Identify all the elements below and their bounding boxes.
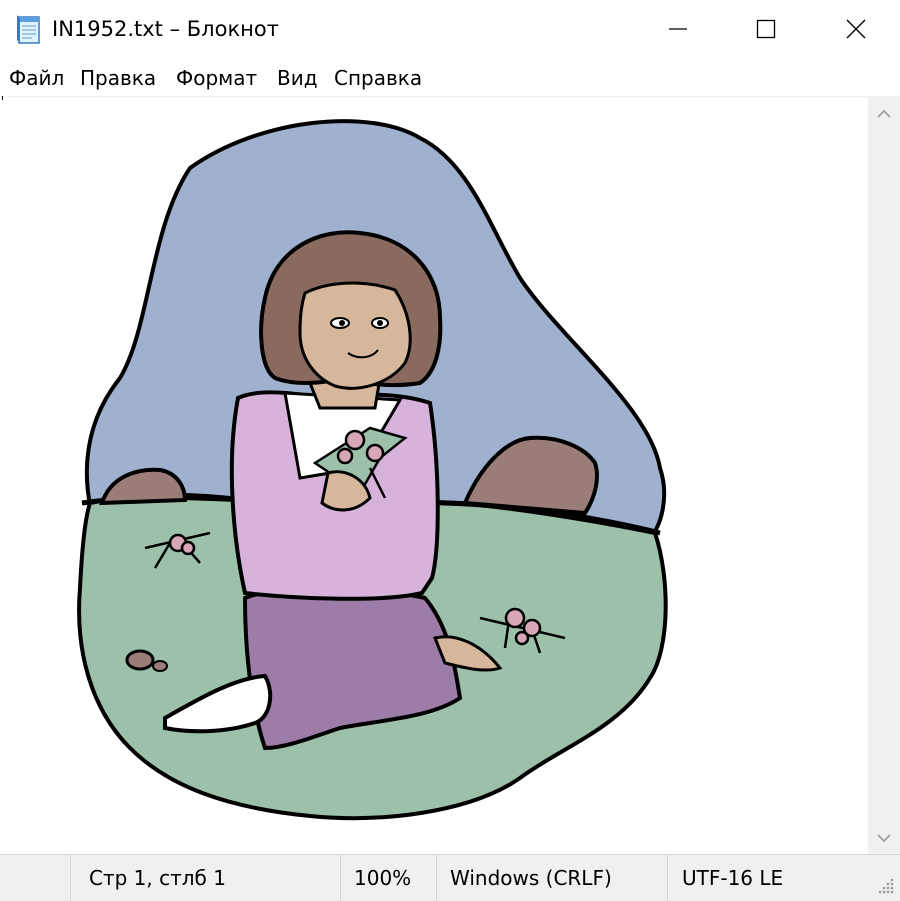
status-bar: Стр 1, стлб 1 100% Windows (CRLF) UTF-16… <box>0 854 900 901</box>
minimize-button[interactable] <box>632 0 724 58</box>
status-encoding: UTF-16 LE <box>682 866 784 890</box>
girl-with-flowers-clipart <box>60 108 680 828</box>
menu-view[interactable]: Вид <box>277 65 318 91</box>
scroll-up-button[interactable] <box>868 98 900 128</box>
maximize-icon <box>756 19 776 39</box>
close-button[interactable] <box>810 0 900 58</box>
menu-edit[interactable]: Правка <box>80 65 156 91</box>
status-separator <box>340 855 341 901</box>
minimize-icon <box>669 28 687 30</box>
resize-grip-icon[interactable] <box>876 876 896 896</box>
status-zoom: 100% <box>354 866 412 890</box>
title-bar[interactable]: IN1952.txt – Блокнот <box>0 0 900 58</box>
menu-bar: Файл Правка Формат Вид Справка <box>0 58 900 96</box>
maximize-button[interactable] <box>720 0 812 58</box>
close-icon <box>846 19 866 39</box>
vertical-scrollbar[interactable] <box>868 96 900 854</box>
menu-file[interactable]: Файл <box>9 65 64 91</box>
chevron-down-icon <box>877 834 891 843</box>
menu-help[interactable]: Справка <box>334 65 422 91</box>
status-separator <box>70 855 71 901</box>
status-separator <box>667 855 668 901</box>
status-separator <box>436 855 437 901</box>
chevron-up-icon <box>877 109 891 118</box>
notepad-icon <box>14 13 44 45</box>
scroll-down-button[interactable] <box>868 824 900 854</box>
status-cursor-position: Стр 1, стлб 1 <box>89 866 226 890</box>
window-title: IN1952.txt – Блокнот <box>52 17 279 41</box>
status-line-endings: Windows (CRLF) <box>450 866 612 890</box>
menu-format[interactable]: Формат <box>176 65 257 91</box>
text-caret <box>2 96 3 100</box>
